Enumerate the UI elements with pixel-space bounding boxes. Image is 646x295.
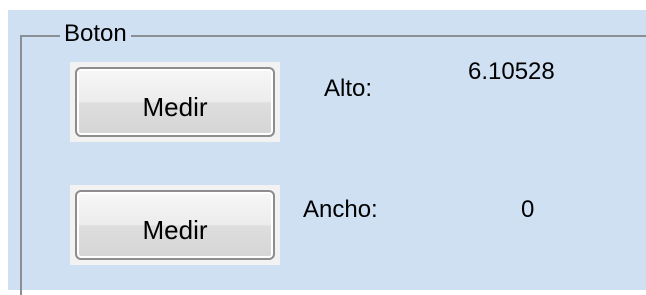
height-value: 6.10528 [468, 58, 555, 85]
measure-width-button[interactable]: Medir [75, 190, 275, 260]
width-value: 0 [521, 196, 535, 223]
height-label: Alto: [324, 75, 373, 102]
measure-height-button[interactable]: Medir [75, 67, 275, 137]
width-label: Ancho: [303, 196, 378, 223]
group-box-title: Boton [60, 20, 131, 48]
